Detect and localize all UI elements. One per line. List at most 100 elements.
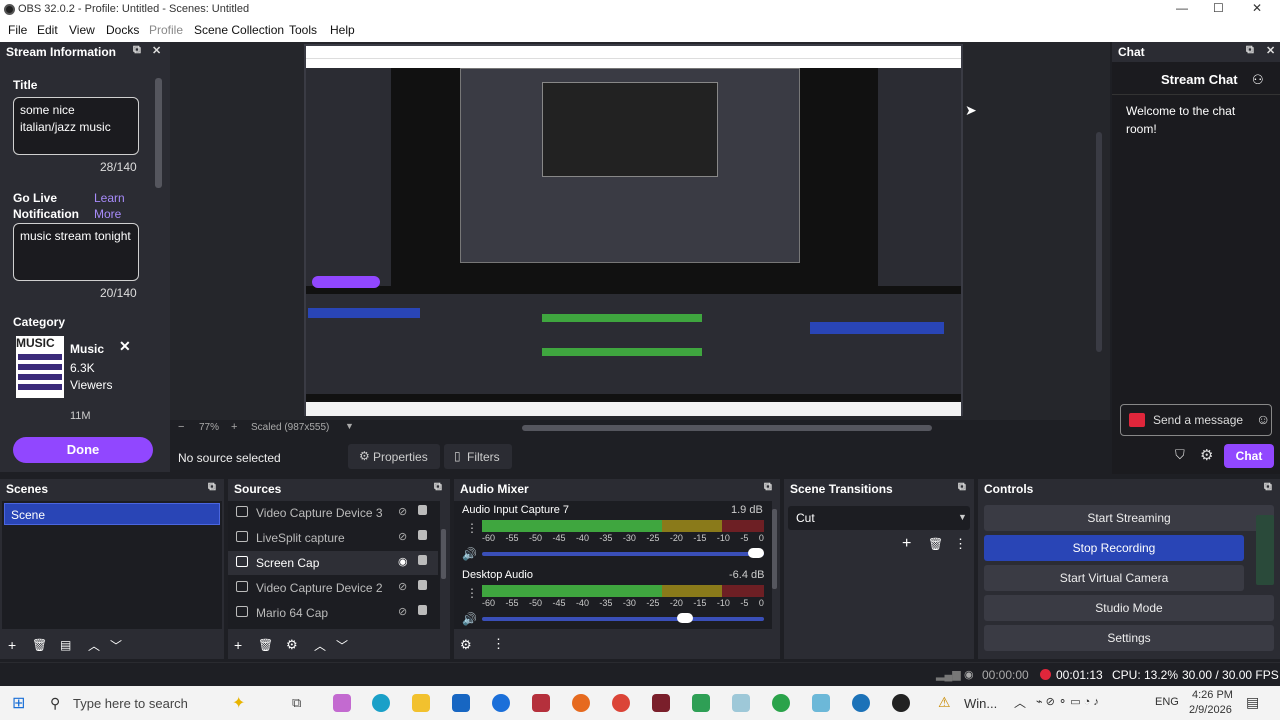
add-icon[interactable]: +: [902, 535, 911, 553]
transition-select[interactable]: Cut ▼: [788, 506, 970, 530]
start-virtual-camera-button[interactable]: Start Virtual Camera: [984, 565, 1244, 591]
remove-category-icon[interactable]: ✕: [119, 338, 131, 355]
file-explorer-icon[interactable]: [412, 694, 430, 712]
close-button[interactable]: ✕: [1252, 1, 1262, 15]
chat-button[interactable]: Chat: [1224, 444, 1274, 468]
volume-slider[interactable]: [482, 613, 764, 623]
float-icon[interactable]: ⧉: [958, 481, 966, 494]
properties-button[interactable]: ⚙ Properties: [348, 444, 440, 469]
hidden-eye-icon[interactable]: ⊘: [398, 530, 407, 543]
source-item[interactable]: Video Capture Device 2 ⊘: [228, 576, 438, 600]
hidden-eye-icon[interactable]: ⊘: [398, 505, 407, 518]
filters-button[interactable]: ▯ Filters: [444, 444, 512, 469]
kebab-menu-icon[interactable]: ⋮: [466, 521, 478, 535]
trash-icon[interactable]: 🗑: [258, 638, 273, 652]
shield-icon[interactable]: ⛉: [1175, 447, 1185, 463]
speaker-icon[interactable]: 🔊: [462, 547, 477, 561]
lock-icon[interactable]: [418, 605, 427, 615]
hidden-eye-icon[interactable]: ⊘: [398, 580, 407, 593]
kebab-menu-icon[interactable]: ⋮: [466, 586, 478, 600]
zoom-in-button[interactable]: +: [231, 421, 237, 433]
obs-icon[interactable]: [892, 694, 910, 712]
studio-mode-button[interactable]: Studio Mode: [984, 595, 1274, 621]
sparkle-icon[interactable]: ✦: [232, 693, 245, 713]
lock-icon[interactable]: [418, 530, 427, 540]
learn-more-link[interactable]: Learn More: [94, 190, 134, 222]
source-item[interactable]: Mario 64 Cap ⊘: [228, 601, 438, 625]
move-up-icon[interactable]: ︿: [88, 637, 100, 654]
trash-icon[interactable]: 🗑: [928, 537, 943, 551]
hidden-eye-icon[interactable]: ⊘: [398, 605, 407, 618]
tray-icons[interactable]: ⌁ ⊘ ⚬ ▭ ◔ ♪: [1036, 695, 1099, 708]
move-down-icon[interactable]: ﹀: [110, 637, 122, 654]
weather-label[interactable]: Win...: [964, 696, 997, 711]
add-icon[interactable]: +: [234, 637, 242, 653]
app-icon[interactable]: [692, 694, 710, 712]
kebab-menu-icon[interactable]: ⋮: [954, 536, 967, 552]
app-icon[interactable]: [732, 694, 750, 712]
scrollbar[interactable]: [155, 78, 162, 188]
lock-icon[interactable]: [418, 505, 427, 515]
app-icon[interactable]: [492, 694, 510, 712]
clock-date[interactable]: 2/9/2026: [1189, 704, 1232, 716]
gear-icon[interactable]: ⚙: [286, 637, 298, 653]
float-icon[interactable]: ⧉: [208, 481, 216, 494]
zoom-out-button[interactable]: −: [178, 421, 184, 433]
store-icon[interactable]: [452, 694, 470, 712]
kebab-menu-icon[interactable]: ⋮: [492, 636, 505, 652]
float-icon[interactable]: ⧉: [133, 44, 141, 57]
edge-icon[interactable]: [372, 694, 390, 712]
menu-scene-collection[interactable]: Scene Collection: [194, 23, 284, 37]
scene-item[interactable]: Scene: [4, 503, 220, 525]
horizontal-scrollbar[interactable]: [522, 425, 932, 431]
menu-profile[interactable]: Profile: [149, 23, 183, 37]
preview-area[interactable]: ➤: [170, 42, 1110, 420]
done-button[interactable]: Done: [13, 437, 153, 463]
source-item[interactable]: LiveSplit capture ⊘: [228, 526, 438, 550]
winrar-icon[interactable]: [652, 694, 670, 712]
close-icon[interactable]: ✕: [1266, 44, 1275, 57]
language-indicator[interactable]: ENG: [1155, 696, 1179, 708]
maximize-button[interactable]: ☐: [1213, 1, 1224, 15]
app-icon[interactable]: [532, 694, 550, 712]
menu-docks[interactable]: Docks: [106, 23, 139, 37]
chrome-icon[interactable]: [772, 694, 790, 712]
scrollbar[interactable]: [772, 509, 777, 589]
slider-knob[interactable]: [677, 613, 694, 623]
float-icon[interactable]: ⧉: [1264, 481, 1272, 494]
golive-field[interactable]: music stream tonight: [13, 223, 139, 281]
clock-time[interactable]: 4:26 PM: [1192, 689, 1233, 701]
title-field[interactable]: some nice italian/jazz music: [13, 97, 139, 155]
app-icon[interactable]: [812, 694, 830, 712]
preview-scrollbar[interactable]: [1096, 132, 1102, 352]
start-streaming-button[interactable]: Start Streaming: [984, 505, 1274, 531]
close-icon[interactable]: ✕: [152, 44, 161, 57]
tray-chevron-icon[interactable]: ︿: [1014, 694, 1026, 711]
menu-file[interactable]: File: [8, 23, 27, 37]
app-icon[interactable]: [852, 694, 870, 712]
scale-dropdown-icon[interactable]: ▼: [345, 421, 354, 431]
emoji-icon[interactable]: ☺: [1256, 411, 1270, 427]
move-down-icon[interactable]: ﹀: [336, 637, 348, 654]
float-icon[interactable]: ⧉: [764, 481, 772, 494]
settings-button[interactable]: Settings: [984, 625, 1274, 651]
slider-knob[interactable]: [747, 548, 764, 558]
taskbar-search[interactable]: Type here to search: [73, 696, 188, 711]
float-icon[interactable]: ⧉: [1246, 44, 1254, 57]
source-item[interactable]: Video Capture Device 3 ⊘: [228, 501, 438, 525]
scrollbar[interactable]: [441, 529, 446, 579]
users-icon[interactable]: ⚇: [1252, 72, 1264, 88]
settings-icon[interactable]: ⚙: [1200, 446, 1213, 464]
task-view-icon[interactable]: ⧉: [292, 695, 301, 711]
stop-recording-button[interactable]: Stop Recording: [984, 535, 1244, 561]
menu-view[interactable]: View: [69, 23, 95, 37]
filter-icon[interactable]: ▤: [60, 638, 71, 652]
eye-icon[interactable]: ◉: [398, 555, 408, 568]
menu-help[interactable]: Help: [330, 23, 355, 37]
add-icon[interactable]: +: [8, 637, 16, 653]
send-message-field[interactable]: Send a message ☺: [1120, 404, 1272, 436]
lock-icon[interactable]: [418, 555, 427, 565]
move-up-icon[interactable]: ︿: [314, 637, 326, 654]
source-item-selected[interactable]: Screen Cap ◉: [228, 551, 438, 575]
menu-edit[interactable]: Edit: [37, 23, 58, 37]
